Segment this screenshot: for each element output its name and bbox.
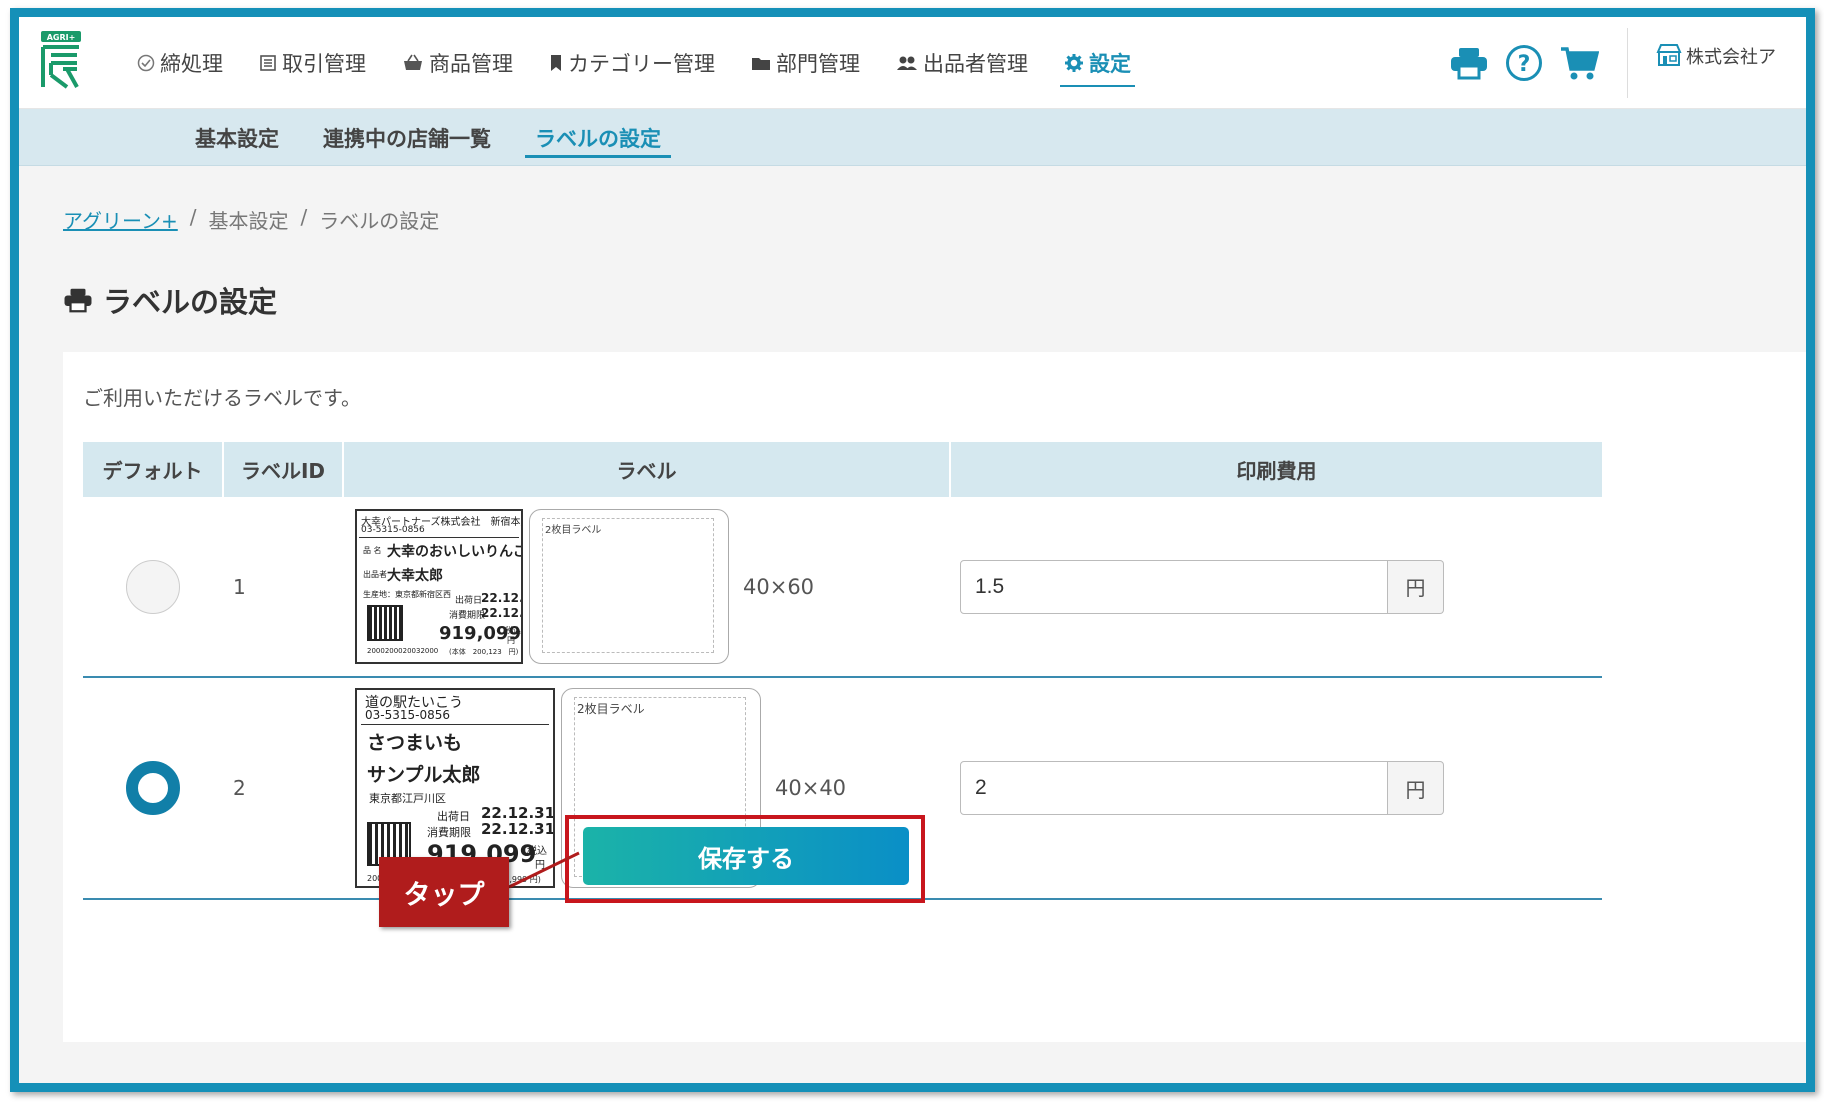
users-icon <box>896 55 918 71</box>
header-print-cost: 印刷費用 <box>950 442 1602 497</box>
nav-categories[interactable]: カテゴリー管理 <box>531 17 733 109</box>
yen-unit: 円 <box>1388 559 1444 614</box>
annotation-highlight-box <box>565 815 925 903</box>
nav-label: 設定 <box>1089 52 1131 76</box>
header-default: デフォルト <box>83 442 224 497</box>
label-sample-image: 大幸パートナーズ株式会社 新宿本店 03-5315-0856 品 名 大幸のおい… <box>355 509 523 664</box>
company-name: 株式会社ア <box>1686 47 1776 68</box>
tab-basic-settings[interactable]: 基本設定 <box>173 109 301 166</box>
nav-sellers[interactable]: 出品者管理 <box>878 17 1046 109</box>
nav-label: 出品者管理 <box>923 52 1028 76</box>
page-title: ラベルの設定 <box>63 279 277 321</box>
breadcrumb-basic-settings: 基本設定 <box>208 209 289 233</box>
check-circle-icon <box>137 54 155 72</box>
ledger-icon <box>259 54 277 72</box>
annotation-tap-label: タップ <box>379 857 509 927</box>
settings-subnav: 基本設定 連携中の店舗一覧 ラベルの設定 <box>19 109 1806 166</box>
nav-label: 商品管理 <box>429 52 513 76</box>
tab-linked-stores[interactable]: 連携中の店舗一覧 <box>301 109 513 166</box>
default-radio-2[interactable] <box>126 761 180 815</box>
nav-label: カテゴリー管理 <box>568 52 715 76</box>
nav-actions: ? 株式会社ア <box>1441 17 1806 109</box>
label-id: 1 <box>223 497 343 678</box>
breadcrumb-home-link[interactable]: アグリーン+ <box>63 205 178 234</box>
label-size: 40×40 <box>775 776 847 800</box>
yen-unit: 円 <box>1388 761 1444 815</box>
nav-closing[interactable]: 締処理 <box>119 17 241 109</box>
nav-divider <box>1627 28 1628 98</box>
company-menu[interactable]: 株式会社ア <box>1656 17 1806 109</box>
breadcrumb-separator: / <box>300 205 308 229</box>
table-row: 1 大幸パートナーズ株式会社 新宿本店 03-5315-0856 品 名 大幸の… <box>83 497 1602 678</box>
screenshot-frame: AGRI+ 締処理 取引管理 商品管理 カテゴリー管理 部門管理 出品者管理 設… <box>10 8 1815 1092</box>
header-label: ラベル <box>343 442 951 497</box>
nav-departments[interactable]: 部門管理 <box>733 17 878 109</box>
svg-text:AGRI+: AGRI+ <box>47 33 76 42</box>
label-id: 2 <box>223 677 343 900</box>
nav-settings[interactable]: 設定 <box>1046 17 1149 109</box>
breadcrumb: アグリーン+ / 基本設定 / ラベルの設定 <box>63 205 439 234</box>
shop-icon <box>1656 43 1682 67</box>
cart-icon[interactable] <box>1559 45 1599 81</box>
printer-icon[interactable] <box>1449 46 1489 80</box>
top-nav: AGRI+ 締処理 取引管理 商品管理 カテゴリー管理 部門管理 出品者管理 設… <box>19 17 1806 109</box>
app-logo[interactable]: AGRI+ <box>37 29 85 91</box>
breadcrumb-current: ラベルの設定 <box>319 209 440 233</box>
default-radio-1[interactable] <box>126 559 180 614</box>
nav-label: 部門管理 <box>776 52 860 76</box>
main-menu: 締処理 取引管理 商品管理 カテゴリー管理 部門管理 出品者管理 設定 <box>119 17 1149 109</box>
print-cost-input-2[interactable] <box>960 761 1388 815</box>
nav-label: 取引管理 <box>282 52 366 76</box>
gear-icon <box>1064 53 1084 73</box>
header-label-id: ラベルID <box>223 442 344 497</box>
tab-label-settings[interactable]: ラベルの設定 <box>513 109 683 166</box>
folder-icon <box>751 55 771 71</box>
nav-transactions[interactable]: 取引管理 <box>241 17 384 109</box>
help-icon[interactable]: ? <box>1505 44 1543 82</box>
printer-icon <box>63 287 93 313</box>
nav-products[interactable]: 商品管理 <box>384 17 531 109</box>
label-size: 40×60 <box>743 574 815 599</box>
breadcrumb-separator: / <box>189 205 197 229</box>
basket-icon <box>402 54 424 72</box>
label-settings-card: ご利用いただけるラベルです。 デフォルト ラベルID ラベル 印刷費用 1 大幸… <box>63 352 1806 1042</box>
nav-label: 締処理 <box>160 52 223 76</box>
table-header-row: デフォルト ラベルID ラベル 印刷費用 <box>83 442 1602 497</box>
bookmark-icon <box>549 54 563 72</box>
print-cost-input-1[interactable] <box>960 559 1388 614</box>
intro-text: ご利用いただけるラベルです。 <box>83 386 361 410</box>
label-second-sheet: 2枚目ラベル <box>529 509 729 664</box>
page-title-text: ラベルの設定 <box>103 285 278 319</box>
qr-code-icon <box>367 605 403 641</box>
svg-text:?: ? <box>1518 52 1531 77</box>
